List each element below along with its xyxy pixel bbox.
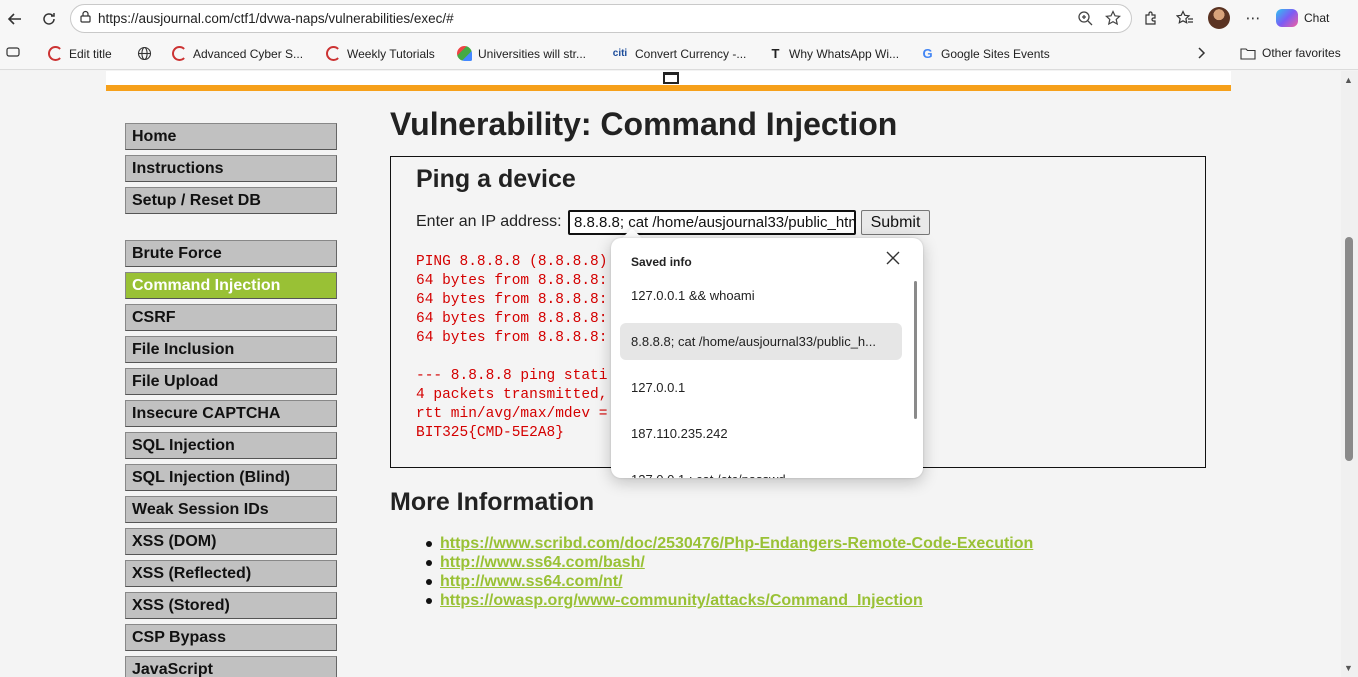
- reading-mode-icon[interactable]: [6, 46, 20, 58]
- saved-info-item[interactable]: 127.0.0.1 ; cat /etc/passwd: [620, 461, 902, 478]
- sidebar-item-file-upload[interactable]: File Upload: [125, 368, 337, 395]
- reference-link[interactable]: http://www.ss64.com/bash/: [440, 554, 645, 571]
- zoom-icon[interactable]: [1075, 8, 1095, 28]
- bookmark-google-sites[interactable]: G Google Sites Events: [920, 46, 1049, 61]
- chevron-right-icon[interactable]: [1196, 46, 1206, 60]
- citi-icon: citi: [612, 48, 628, 59]
- sidebar-item-file-inclusion[interactable]: File Inclusion: [125, 336, 337, 363]
- reference-link[interactable]: https://www.scribd.com/doc/2530476/Php-E…: [440, 535, 1033, 552]
- bookmark-universities[interactable]: Universities will str...: [457, 46, 586, 61]
- more-options-icon[interactable]: ⋯: [1242, 6, 1264, 30]
- scroll-up-icon[interactable]: ▲: [1344, 75, 1353, 85]
- bookmark-favicon-icon: [326, 46, 341, 61]
- header-accent-bar: [106, 85, 1231, 91]
- list-item: https://owasp.org/www-community/attacks/…: [425, 591, 1033, 610]
- sidebar-item-insecure-captcha[interactable]: Insecure CAPTCHA: [125, 400, 337, 427]
- sidebar-item-csrf[interactable]: CSRF: [125, 304, 337, 331]
- bookmark-convert-currency[interactable]: citi Convert Currency -...: [611, 46, 747, 61]
- back-icon[interactable]: [2, 6, 28, 32]
- folder-icon: [1240, 47, 1256, 60]
- reference-link[interactable]: https://owasp.org/www-community/attacks/…: [440, 592, 923, 609]
- saved-info-item[interactable]: 127.0.0.1: [620, 369, 902, 406]
- browser-toolbar: https://ausjournal.com/ctf1/dvwa-naps/vu…: [0, 0, 1358, 38]
- more-information-title: More Information: [390, 488, 595, 516]
- scrollbar-thumb[interactable]: [1345, 237, 1353, 461]
- lock-icon[interactable]: [79, 10, 92, 28]
- saved-info-item[interactable]: 8.8.8.8; cat /home/ausjournal33/public_h…: [620, 323, 902, 360]
- copilot-chat-button[interactable]: Chat: [1276, 9, 1329, 27]
- sidebar-item-xss-dom[interactable]: XSS (DOM): [125, 528, 337, 555]
- bookmark-edit-title[interactable]: Edit title: [48, 46, 112, 61]
- sidebar-item-brute-force[interactable]: Brute Force: [125, 240, 337, 267]
- sidebar-item-xss-stored[interactable]: XSS (Stored): [125, 592, 337, 619]
- bookmark-favicon-icon: [172, 46, 187, 61]
- reference-link[interactable]: http://www.ss64.com/nt/: [440, 573, 623, 590]
- other-favorites-folder[interactable]: Other favorites: [1240, 46, 1341, 60]
- saved-info-item[interactable]: 127.0.0.1 && whoami: [620, 277, 902, 314]
- copilot-icon: [1276, 9, 1298, 27]
- list-item: http://www.ss64.com/bash/: [425, 553, 1033, 572]
- close-icon[interactable]: [885, 250, 901, 270]
- saved-info-item[interactable]: 187.110.235.242: [620, 415, 902, 452]
- sidebar-item-home[interactable]: Home: [125, 123, 337, 150]
- favorite-star-icon[interactable]: [1103, 8, 1123, 28]
- address-bar[interactable]: https://ausjournal.com/ctf1/dvwa-naps/vu…: [70, 4, 1132, 33]
- bookmarks-bar: Edit title Advanced Cyber S... Weekly Tu…: [0, 38, 1358, 70]
- sidebar-item-xss-reflected[interactable]: XSS (Reflected): [125, 560, 337, 587]
- bookmark-favicon-icon: [48, 46, 63, 61]
- bookmark-t-icon: T: [771, 46, 780, 61]
- submit-button[interactable]: Submit: [861, 210, 930, 235]
- bookmark-advanced-cyber[interactable]: Advanced Cyber S...: [172, 46, 303, 61]
- profile-avatar[interactable]: [1208, 7, 1230, 29]
- url-text[interactable]: https://ausjournal.com/ctf1/dvwa-naps/vu…: [98, 11, 454, 26]
- ping-title: Ping a device: [416, 165, 576, 193]
- chat-label: Chat: [1304, 11, 1330, 25]
- header-logo-fragment: [663, 72, 679, 84]
- saved-info-title: Saved info: [631, 255, 692, 269]
- bookmark-whatsapp[interactable]: T Why WhatsApp Wi...: [768, 46, 900, 61]
- extensions-icon[interactable]: [1140, 6, 1162, 30]
- ip-address-label: Enter an IP address:: [416, 213, 562, 230]
- sidebar-item-csp-bypass[interactable]: CSP Bypass: [125, 624, 337, 651]
- popup-scrollbar-thumb[interactable]: [914, 281, 917, 419]
- sidebar-item-command-injection[interactable]: Command Injection: [125, 272, 337, 299]
- list-item: https://www.scribd.com/doc/2530476/Php-E…: [425, 534, 1033, 553]
- bookmark-globe[interactable]: [137, 46, 152, 61]
- bookmark-weekly-tutorials[interactable]: Weekly Tutorials: [326, 46, 435, 61]
- favorites-icon[interactable]: [1174, 6, 1196, 30]
- bookmark-favicon-icon: [457, 46, 472, 61]
- page-title: Vulnerability: Command Injection: [390, 106, 898, 142]
- sidebar-item-setup-reset-db[interactable]: Setup / Reset DB: [125, 187, 337, 214]
- saved-info-popup: Saved info 127.0.0.1 && whoami 8.8.8.8; c…: [611, 238, 923, 478]
- list-item: http://www.ss64.com/nt/: [425, 572, 1033, 591]
- refresh-icon[interactable]: [36, 6, 62, 32]
- sidebar-item-instructions[interactable]: Instructions: [125, 155, 337, 182]
- ip-address-input[interactable]: 8.8.8.8; cat /home/ausjournal33/public_h…: [568, 210, 856, 235]
- more-information-links: https://www.scribd.com/doc/2530476/Php-E…: [425, 534, 1033, 610]
- sidebar-item-weak-session-ids[interactable]: Weak Session IDs: [125, 496, 337, 523]
- scroll-down-icon[interactable]: ▼: [1344, 663, 1353, 673]
- sidebar-item-javascript[interactable]: JavaScript: [125, 656, 337, 677]
- google-icon: G: [922, 46, 933, 61]
- sidebar-item-sql-injection[interactable]: SQL Injection: [125, 432, 337, 459]
- sidebar-item-sql-injection-blind[interactable]: SQL Injection (Blind): [125, 464, 337, 491]
- page-scrollbar[interactable]: ▲ ▼: [1341, 71, 1358, 677]
- globe-icon: [137, 46, 152, 61]
